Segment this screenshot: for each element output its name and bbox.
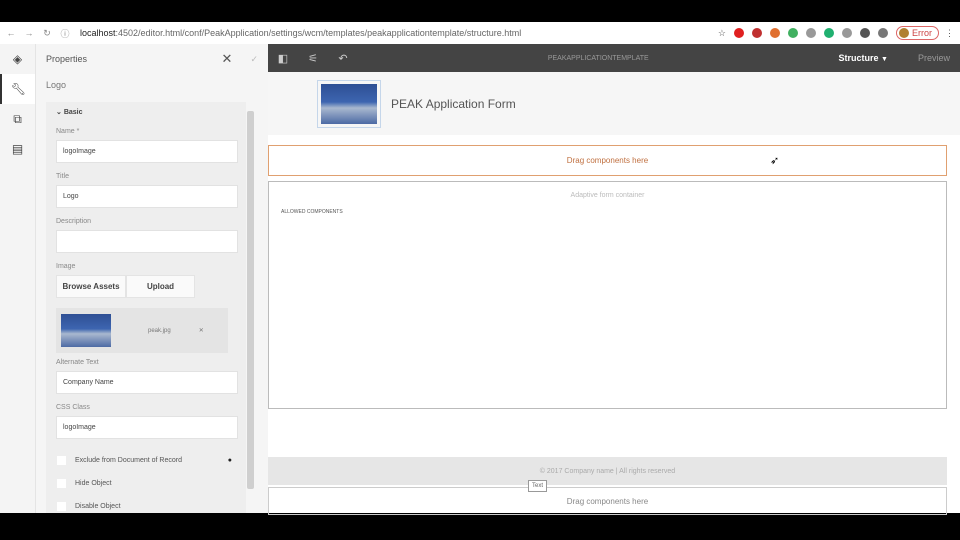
- extension-icon[interactable]: [734, 28, 744, 38]
- page-footer: © 2017 Company name | All rights reserve…: [268, 457, 947, 485]
- checkbox-label: Exclude from Document of Record: [75, 457, 182, 464]
- scrollbar[interactable]: [247, 111, 254, 489]
- section-label: Basic: [63, 109, 83, 116]
- logo-component[interactable]: [317, 79, 381, 128]
- settings-icon[interactable]: ⚟: [298, 52, 328, 65]
- browser-bar: ← → ↻ ⓘ localhost:4502/editor.html/conf/…: [0, 22, 960, 44]
- url-host: localhost: [80, 28, 116, 38]
- back-icon[interactable]: ←: [4, 28, 18, 38]
- tooltip: Text: [528, 480, 548, 492]
- name-label: Name *: [56, 128, 80, 135]
- alt-text-label: Alternate Text: [56, 359, 99, 366]
- page-canvas: PEAK Application Form Drag components he…: [268, 72, 960, 515]
- name-field[interactable]: logoImage: [56, 140, 238, 163]
- extension-icon[interactable]: [824, 28, 834, 38]
- components-icon[interactable]: ⧉: [0, 104, 35, 134]
- form-title: PEAK Application Form: [391, 96, 516, 111]
- css-class-field[interactable]: logoImage: [56, 416, 238, 439]
- image-thumbnail: [61, 314, 111, 347]
- avatar: [899, 28, 909, 38]
- extension-icon[interactable]: [788, 28, 798, 38]
- browse-assets-button[interactable]: Browse Assets: [56, 275, 126, 298]
- template-title: PEAKAPPLICATIONTEMPLATE: [547, 54, 649, 62]
- drop-zone-bottom[interactable]: Drag components here: [268, 487, 947, 515]
- extension-icon[interactable]: [770, 28, 780, 38]
- drop-zone[interactable]: Drag components here: [268, 145, 947, 176]
- adaptive-form-container[interactable]: Adaptive form container ALLOWED COMPONEN…: [268, 181, 947, 409]
- extension-icon[interactable]: [878, 28, 888, 38]
- extension-icon[interactable]: [842, 28, 852, 38]
- checkbox-label: Disable Object: [75, 503, 121, 510]
- close-icon[interactable]: ✕: [222, 51, 233, 67]
- image-item: peak.jpg ✕: [56, 308, 228, 353]
- chevron-down-icon: ▼: [881, 56, 888, 63]
- extension-icon[interactable]: [752, 28, 762, 38]
- properties-form: ⌄ Basic Name * logoImage Title Logo Desc…: [46, 102, 246, 513]
- profile-label: Error: [912, 28, 932, 38]
- address-bar[interactable]: localhost:4502/editor.html/conf/PeakAppl…: [80, 28, 718, 38]
- content-tree-icon[interactable]: ▤: [0, 134, 35, 164]
- image-label: Image: [56, 263, 76, 270]
- forward-icon[interactable]: →: [22, 28, 36, 38]
- description-field[interactable]: [56, 230, 238, 253]
- menu-icon[interactable]: ⋮: [945, 28, 954, 39]
- upload-button[interactable]: Upload: [126, 275, 195, 298]
- info-icon: ⓘ: [60, 28, 70, 39]
- title-field[interactable]: Logo: [56, 185, 238, 208]
- reload-icon[interactable]: ↻: [40, 28, 54, 39]
- container-label: Adaptive form container: [570, 192, 645, 199]
- disable-object-checkbox[interactable]: Disable Object: [56, 495, 236, 513]
- profile-button[interactable]: Error: [896, 26, 939, 40]
- check-icon[interactable]: ✓: [250, 54, 258, 65]
- info-icon[interactable]: ●: [228, 457, 232, 464]
- layers-icon[interactable]: ◈: [0, 44, 35, 74]
- mode-label: Structure: [838, 53, 879, 63]
- alt-text-field[interactable]: Company Name: [56, 371, 238, 394]
- editor-toolbar: ◧ ⚟ ↶ PEAKAPPLICATIONTEMPLATE Structure …: [268, 44, 960, 72]
- panel-title: Properties: [46, 54, 88, 64]
- url-path: :4502/editor.html/conf/PeakApplication/s…: [115, 28, 522, 38]
- mode-select[interactable]: Structure ▼: [839, 53, 888, 63]
- preview-button[interactable]: Preview: [918, 53, 950, 63]
- page-header: PEAK Application Form: [268, 72, 960, 135]
- undo-icon[interactable]: ↶: [328, 52, 358, 65]
- side-rail: ◈ 🔧︎ ⧉ ▤: [0, 44, 36, 513]
- hide-object-checkbox[interactable]: Hide Object: [56, 472, 236, 495]
- remove-icon[interactable]: ✕: [199, 327, 204, 334]
- extensions: ☆: [718, 28, 888, 39]
- logo-image: [321, 83, 377, 124]
- wrench-icon[interactable]: 🔧︎: [0, 74, 35, 104]
- css-class-label: CSS Class: [56, 404, 90, 411]
- toggle-panel-icon[interactable]: ◧: [268, 52, 298, 65]
- section-basic[interactable]: ⌄ Basic: [56, 108, 236, 116]
- extension-icon[interactable]: [806, 28, 816, 38]
- description-label: Description: [56, 218, 92, 225]
- star-icon[interactable]: ☆: [718, 28, 726, 39]
- properties-panel: Properties ✕ ✓ Logo ⌄ Basic Name * logoI…: [36, 44, 268, 513]
- checkbox-label: Hide Object: [75, 480, 112, 487]
- allowed-components-label: ALLOWED COMPONENTS: [281, 209, 343, 215]
- cursor-icon: ➶: [770, 155, 780, 167]
- exclude-checkbox[interactable]: Exclude from Document of Record ●: [56, 449, 236, 472]
- breadcrumb: Logo: [46, 80, 67, 90]
- file-name: peak.jpg: [148, 327, 171, 334]
- editor: ◈ 🔧︎ ⧉ ▤ Properties ✕ ✓ Logo ⌄ Basic Nam…: [0, 44, 960, 515]
- extension-icon[interactable]: [860, 28, 870, 38]
- title-label: Title: [56, 173, 69, 180]
